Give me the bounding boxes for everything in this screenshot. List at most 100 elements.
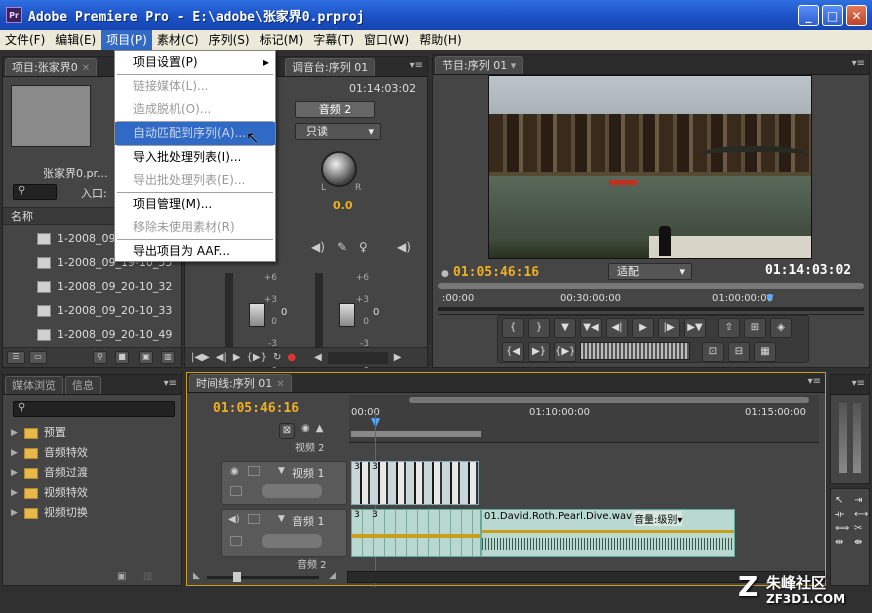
close-icon[interactable]: ✕ [276, 379, 284, 390]
panel-menu-icon[interactable]: ▾≡ [852, 378, 865, 389]
program-zoom-bar[interactable] [438, 283, 864, 289]
lock-icon[interactable] [248, 514, 260, 524]
tab-info[interactable]: 信息 [65, 375, 101, 394]
menu-export-aaf[interactable]: 导出项目为 AAF... [115, 240, 275, 263]
search-icon[interactable]: ⚲ [13, 184, 57, 200]
step-forward-icon[interactable]: |▶ [658, 318, 680, 338]
icon-view-button[interactable]: ▭ [29, 351, 47, 364]
ripple-edit-icon[interactable]: ⟛ [835, 509, 851, 520]
fader-handle-left[interactable] [249, 303, 265, 327]
record-mic-icon[interactable]: ♀ [359, 240, 368, 254]
selection-tool-icon[interactable]: ↖ [835, 495, 851, 506]
folder-video-effects[interactable]: ▶ 视频特效 [3, 483, 173, 503]
play-in-to-out-icon[interactable]: {▶} [554, 342, 576, 362]
go-to-in-icon[interactable]: |◀▶ [191, 352, 210, 363]
new-item-icon[interactable]: ▣ [139, 351, 153, 364]
menu-export-batch-list[interactable]: 导出批处理列表(E)... [115, 169, 275, 192]
trash-icon[interactable]: ▥ [161, 351, 175, 364]
minimize-button[interactable]: _ [798, 5, 819, 26]
panel-menu-icon[interactable]: ▾≡ [410, 60, 423, 71]
track-video2-header[interactable]: 视频 2 [221, 444, 347, 455]
effects-search-input[interactable]: ⚲ [13, 401, 175, 417]
eye-icon[interactable]: ◉ [230, 466, 239, 477]
playhead-icon[interactable]: ▼ [766, 293, 774, 304]
new-bin-icon[interactable]: ▣ [117, 571, 126, 582]
timeline-zoom-slider[interactable]: ◣ ◢ [193, 571, 343, 583]
timeline-zoom-bar[interactable] [409, 397, 809, 403]
scroll-right-icon[interactable]: ▶ [394, 352, 402, 363]
go-to-out-icon[interactable]: ▶▼ [684, 318, 706, 338]
close-button[interactable]: ✕ [846, 5, 867, 26]
slide-icon[interactable]: ⇼ [854, 537, 870, 548]
record-icon[interactable]: ● [287, 352, 296, 363]
tab-audio-mixer[interactable]: 调音台:序列 01 [285, 57, 376, 76]
find-icon[interactable]: ⚲ [93, 351, 107, 364]
work-area-bar[interactable] [351, 431, 481, 437]
folder-presets[interactable]: ▶ 预置 [3, 423, 173, 443]
new-bin-icon[interactable]: ■ [115, 351, 129, 364]
display-style-icon[interactable] [230, 536, 242, 546]
speaker-icon[interactable]: ◀) [228, 514, 240, 525]
menu-project-manager[interactable]: 项目管理(M)... [115, 193, 275, 216]
menu-marker[interactable]: 标记(M) [255, 30, 309, 50]
tab-project[interactable]: 项目:张家界0 ✕ [5, 57, 98, 76]
step-back-icon[interactable]: ◀| [216, 352, 227, 363]
zoom-handle[interactable] [233, 572, 241, 582]
menu-sequence[interactable]: 序列(S) [204, 30, 255, 50]
list-item[interactable]: 1-2008_09_20-10_32 [3, 275, 173, 299]
menu-link-media[interactable]: 链接媒体(L)... [115, 75, 275, 98]
extract-icon[interactable]: ⊟ [728, 342, 750, 362]
step-back-icon[interactable]: ◀| [606, 318, 628, 338]
rate-stretch-icon[interactable]: ⟺ [835, 523, 851, 534]
mixer-scrollbar[interactable] [327, 351, 388, 364]
program-scrub-track[interactable] [438, 307, 864, 311]
program-time-ruler[interactable]: :00:00 00:30:00:00 01:00:00:00 ▼ [438, 291, 864, 315]
pan-knob[interactable] [321, 151, 357, 187]
panel-menu-icon[interactable]: ▾≡ [164, 378, 177, 389]
solo-icon[interactable]: ✎ [337, 240, 347, 254]
mark-out-icon[interactable]: } [528, 318, 550, 338]
menu-project-settings[interactable]: 项目设置(P) ▸ [115, 51, 275, 74]
zoom-in-icon[interactable]: ◢ [329, 571, 336, 581]
list-view-button[interactable]: ☰ [7, 351, 25, 364]
folder-audio-effects[interactable]: ▶ 音频特效 [3, 443, 173, 463]
panel-menu-icon[interactable]: ▾≡ [852, 58, 865, 69]
maximize-button[interactable]: □ [822, 5, 843, 26]
timeline-ruler[interactable]: 00:00 01:10:00:00 01:15:00:00 ▼ [349, 395, 819, 443]
tab-program[interactable]: 节目:序列 01 ▾ [435, 55, 524, 74]
trim-icon[interactable]: ⊡ [702, 342, 724, 362]
folder-video-transitions[interactable]: ▶ 视频切换 [3, 503, 173, 523]
lift-icon[interactable]: ⇧ [718, 318, 740, 338]
track-audio1-header[interactable]: ◀) ▼ 音频 1 [221, 509, 347, 557]
marker-icon[interactable]: ◉ [301, 423, 310, 439]
collapse-icon[interactable]: ▼ [278, 466, 285, 476]
menu-project[interactable]: 项目(P) [101, 30, 152, 50]
multicam-icon[interactable]: ▦ [754, 342, 776, 362]
list-item[interactable]: 1-2008_09_20-10_33 [3, 299, 173, 323]
display-style-icon[interactable] [230, 486, 242, 496]
play-icon[interactable]: ▶ [632, 318, 654, 338]
close-icon[interactable]: ✕ [82, 63, 90, 74]
menu-title[interactable]: 字幕(T) [308, 30, 359, 50]
slip-icon[interactable]: ⇹ [835, 537, 851, 548]
menu-clip[interactable]: 素材(C) [152, 30, 204, 50]
mute-speaker-icon[interactable]: ◀) [311, 240, 325, 254]
menu-remove-unused[interactable]: 移除未使用素材(R) [115, 216, 275, 239]
menu-edit[interactable]: 编辑(E) [50, 30, 101, 50]
play-icon[interactable]: ▶ [233, 352, 241, 363]
menu-help[interactable]: 帮助(H) [414, 30, 466, 50]
track-select-icon[interactable]: ⇥ [854, 495, 870, 506]
expand-icon[interactable]: ▶ [11, 501, 18, 525]
video-clip[interactable]: 3 3 [351, 461, 479, 505]
panel-menu-icon[interactable]: ▾≡ [808, 376, 821, 387]
folder-audio-transitions[interactable]: ▶ 音频过渡 [3, 463, 173, 483]
collapse-icon[interactable]: ▼ [278, 514, 285, 524]
keyframe-nav[interactable] [262, 534, 322, 548]
zoom-fit-select[interactable]: 适配 ▾ [608, 263, 692, 280]
snap-icon[interactable]: ⊠ [279, 423, 295, 439]
rolling-edit-icon[interactable]: ⟷ [854, 509, 870, 520]
mark-in-icon[interactable]: { [502, 318, 524, 338]
audio-clip[interactable]: 01.David.Roth.Pearl.Dive.wav 音量:级别▾ [481, 509, 735, 557]
menu-file[interactable]: 文件(F) [0, 30, 50, 50]
set-marker-icon[interactable]: ▼ [554, 318, 576, 338]
